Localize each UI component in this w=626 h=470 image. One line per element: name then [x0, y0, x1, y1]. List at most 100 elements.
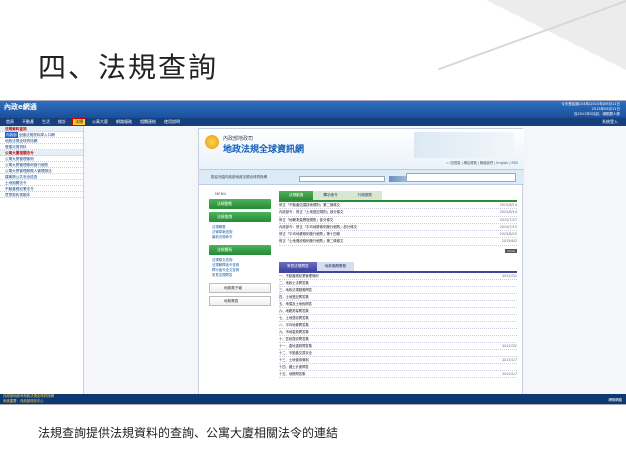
site-links[interactable]: ::: 回首頁 | 網站導覽 | 聯絡我們 | English | RSS [446, 160, 518, 165]
menu-item[interactable]: 生活 [40, 119, 52, 125]
slide-title: 四、法規查詢 [38, 51, 219, 84]
qa-row[interactable]: 十五、地權問答集 2015/1/7 [279, 371, 517, 378]
qa-title[interactable]: 四、土地登記問答集 [279, 294, 309, 300]
tab[interactable]: 地政機關業務 [316, 261, 355, 271]
menu-list: 法規條文查詢 法規解釋函令查詢 釋示函令全文查詢 常見法規問答 [209, 258, 271, 278]
menu-list: 法規輯要 法律草案查詢 最新法規命令 [209, 225, 271, 240]
qa-title[interactable]: 一、不動產經紀業管理條例 [279, 273, 319, 279]
news-row[interactable]: 修正「平均地權條例施行細則」第十四條 2015/6/25 [279, 231, 517, 239]
news-row[interactable]: 修正「不動產估價技術規則」第二條條文 2015/8/14 [279, 202, 517, 210]
menu-item[interactable]: 法規 [72, 118, 86, 126]
menu-item[interactable]: 不動產 [20, 119, 36, 125]
zone-button[interactable]: 地政專區 [209, 296, 271, 306]
menu-button-system[interactable]: 法規體系 [209, 245, 271, 255]
tab[interactable]: 行政規則 [347, 191, 383, 200]
app-logo[interactable]: 內政e網通 [4, 102, 37, 112]
qa-row[interactable]: 十二、不動產交易安全 [279, 350, 517, 357]
menu-button-news[interactable]: 法規動態 [209, 199, 271, 209]
qa-title[interactable]: 十五、地權問答集 [279, 371, 305, 377]
news-row[interactable]: 內政部令：修正「土地登記規則」部分條文 2015/8/14 [279, 209, 517, 217]
qa-row[interactable]: 四、土地登記問答集 [279, 294, 517, 301]
news-row[interactable]: 內政部令：修正「平均地權條例施行細則」部分條文 2015/7/15 [279, 224, 517, 232]
epaper-button[interactable]: 地政電子報 [209, 283, 271, 293]
sidebar-item-label: 公寓大廈管理服務人管理辦法 [5, 169, 52, 173]
news-row[interactable]: 修正「土地徵收條例施行細則」第二條條文 2015/6/2 [279, 238, 517, 246]
tab[interactable]: 常見法規問答 [279, 261, 317, 271]
qa-title[interactable]: 十、區段徵收問答集 [279, 336, 309, 342]
news-title[interactable]: 修正「不動產估價技術規則」第二條條文 [279, 202, 340, 208]
qa-row[interactable]: 一、不動產經紀業管理條例 2015/3/2 [279, 273, 517, 280]
sidebar-item-label: 公寓大廈管理條例 [5, 157, 34, 161]
news-row[interactable]: 修正「地籍測量實施規則」部分條文 2015/7/27 [279, 217, 517, 224]
news-title[interactable]: 內政部令：修正「土地登記規則」部分條文 [279, 209, 343, 215]
news-date: 2015/7/27 [499, 217, 517, 222]
site-searchbar: 歡迎光臨內政部地政法規全球資訊網 [199, 169, 524, 185]
menu-link[interactable]: 常見法規問答 [212, 273, 271, 278]
menu-label: MENU [215, 191, 227, 196]
news-title[interactable]: 修正「地籍測量實施規則」部分條文 [279, 217, 333, 223]
qa-row[interactable]: 十一、農地重劃問答集 2015/3/2 [279, 343, 517, 350]
news-title[interactable]: 修正「平均地權條例施行細則」第十四條 [279, 231, 340, 237]
app-footer: 內政部地政司地政法規全球資訊網 系統建置：內政部資訊中心 網際網路 [0, 394, 626, 404]
login-button[interactable]: 系統登入 [600, 119, 620, 125]
more-button[interactable]: more [505, 248, 517, 253]
menu-button-query[interactable]: 法規查詢 [209, 212, 271, 222]
tab[interactable]: 法規動態 [279, 191, 314, 200]
menu-item[interactable]: 統計 [56, 119, 68, 125]
tab[interactable]: 釋示函令 [313, 191, 348, 200]
footer-line: 系統建置：內政部資訊中心 [3, 399, 44, 403]
qa-title[interactable]: 五、地價及土地稅問答 [279, 301, 312, 307]
embedded-site: 內政部地政司 地政法規全球資訊網 ::: 回首頁 | 網站導覽 | 聯絡我們 |… [198, 128, 524, 403]
news-title[interactable]: 修正「土地徵收條例施行細則」第二條條文 [279, 238, 343, 244]
menu-link[interactable]: 最新法規命令 [212, 235, 271, 240]
sidebar-item-label: 全國法規資料庫入口網 [18, 133, 55, 137]
qa-row[interactable]: 十、區段徵收問答集 [279, 336, 517, 343]
more-row: more [279, 248, 517, 253]
browser-screenshot: 內政e網通 今天是民國104年(2015年)09月11日 2015年09月11日… [0, 100, 626, 405]
slide: 四、法規查詢 內政e網通 今天是民國104年(2015年)09月11日 2015… [0, 0, 626, 470]
menu-item[interactable]: 網路服務 [114, 119, 134, 125]
menu-item[interactable]: 首頁 [4, 119, 16, 125]
qa-row[interactable]: 二、地政士法問答集 [279, 280, 517, 287]
site-name[interactable]: 地政法規全球資訊網 [223, 142, 304, 155]
qa-row[interactable]: 六、地籍測量問答集 [279, 308, 517, 315]
qa-title[interactable]: 七、土地徵收問答集 [279, 315, 309, 321]
qa-title[interactable]: 十二、不動產交易安全 [279, 350, 312, 356]
menu-item[interactable]: 公寓大廈 [90, 119, 110, 125]
qa-row[interactable]: 七、土地徵收問答集 [279, 315, 517, 322]
qa-title[interactable]: 三、地政法規疑義問答 [279, 287, 312, 293]
main-menu: 首頁 不動產 生活 統計 法規 公寓大廈 網路服務 相關連結 使用說明 系統登入 [0, 118, 626, 126]
qa-row[interactable]: 八、平均地權問答集 [279, 322, 517, 329]
qa-title[interactable]: 十一、農地重劃問答集 [279, 343, 312, 349]
qa-title[interactable]: 九、市地重劃問答集 [279, 329, 309, 335]
qa-title[interactable]: 八、平均地權問答集 [279, 322, 309, 328]
quick-search-box[interactable] [406, 173, 516, 182]
sidebar-item[interactable]: 買賣契約書範本 [0, 192, 83, 198]
menu-item[interactable]: 使用說明 [162, 119, 182, 125]
menu-item[interactable]: 相關連結 [138, 119, 158, 125]
sidebar-item-label: 建築物公共安全檢查 [5, 175, 38, 179]
qa-row[interactable]: 九、市地重劃問答集 [279, 329, 517, 336]
site-header: 內政部地政司 地政法規全球資訊網 ::: 回首頁 | 網站導覽 | 聯絡我們 |… [199, 129, 524, 169]
news-date: 2015/8/14 [499, 203, 517, 207]
news-title[interactable]: 內政部令：修正「平均地權條例施行細則」部分條文 [279, 224, 357, 230]
site-banner-art [414, 132, 514, 158]
app-header: 內政e網通 今天是民國104年(2015年)09月11日 2015年09月11日… [0, 101, 626, 118]
qa-row[interactable]: 十三、土地使用管制 2015/1/7 [279, 357, 517, 364]
qa-title[interactable]: 六、地籍測量問答集 [279, 308, 309, 314]
qa-tabs: 常見法規問答 地政機關業務 [279, 261, 517, 271]
news-date: 2015/6/2 [501, 239, 517, 244]
qa-title[interactable]: 十三、土地使用管制 [279, 357, 309, 363]
top-info: 今天是民國104年(2015年)09月11日 2015年09月11日 自2011… [561, 102, 620, 116]
search-input[interactable] [299, 176, 385, 182]
slide-caption: 法規查詢提供法規資料的查詢、公寓大廈相關法令的連結 [38, 426, 339, 440]
qa-title[interactable]: 二、地政士法問答集 [279, 280, 309, 286]
site-subtitle: 內政部地政司 [223, 136, 254, 142]
sidebar-item-label: 土地相關法令 [5, 181, 27, 185]
qa-row[interactable]: 五、地價及土地稅問答 [279, 301, 517, 308]
qa-row[interactable]: 十四、國土計畫問答 [279, 364, 517, 371]
qa-row[interactable]: 三、地政法規疑義問答 [279, 287, 517, 294]
site-menu: MENU 法規動態 法規查詢 法規輯要 法律草案查詢 最新法規命令 法規體系 法規條… [209, 191, 271, 396]
qa-title[interactable]: 十四、國土計畫問答 [279, 364, 309, 370]
corner-decoration [486, 0, 626, 70]
